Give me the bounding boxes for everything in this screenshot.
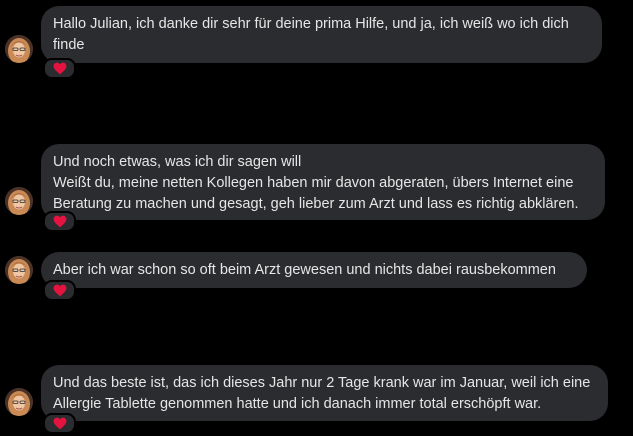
heart-icon: [53, 417, 66, 430]
message-text: finde: [53, 37, 85, 53]
reaction-badge[interactable]: [43, 211, 76, 232]
heart-icon: [53, 215, 66, 228]
message-bubble[interactable]: Hallo Julian, ich danke dir sehr für dei…: [41, 6, 602, 63]
message-text: Und noch etwas, was ich dir sagen will: [53, 154, 302, 170]
message-bubble[interactable]: Und noch etwas, was ich dir sagen will W…: [41, 144, 605, 220]
avatar-photo-icon: [5, 35, 33, 63]
reaction-badge[interactable]: [43, 413, 76, 434]
message-text: Hallo Julian, ich danke dir sehr für dei…: [53, 16, 569, 32]
message-text: Und das beste ist, das ich dieses Jahr n…: [53, 375, 591, 391]
avatar[interactable]: [5, 187, 33, 215]
avatar-photo-icon: [5, 256, 33, 284]
message-text: Allergie Tablette genommen hatte und ich…: [53, 396, 542, 412]
heart-icon: [53, 284, 66, 297]
heart-icon: [53, 62, 66, 75]
message-text: Aber ich war schon so oft beim Arzt gewe…: [53, 262, 556, 278]
message-bubble[interactable]: Und das beste ist, das ich dieses Jahr n…: [41, 365, 608, 421]
avatar-photo-icon: [5, 187, 33, 215]
avatar[interactable]: [5, 388, 33, 416]
reaction-badge[interactable]: [43, 58, 76, 79]
avatar-photo-icon: [5, 388, 33, 416]
message-bubble[interactable]: Aber ich war schon so oft beim Arzt gewe…: [41, 252, 587, 288]
reaction-badge[interactable]: [43, 280, 76, 301]
avatar[interactable]: [5, 256, 33, 284]
message-text: Weißt du, meine netten Kollegen haben mi…: [53, 175, 574, 191]
message-text: Beratung zu machen und gesagt, geh liebe…: [53, 196, 579, 212]
avatar[interactable]: [5, 35, 33, 63]
